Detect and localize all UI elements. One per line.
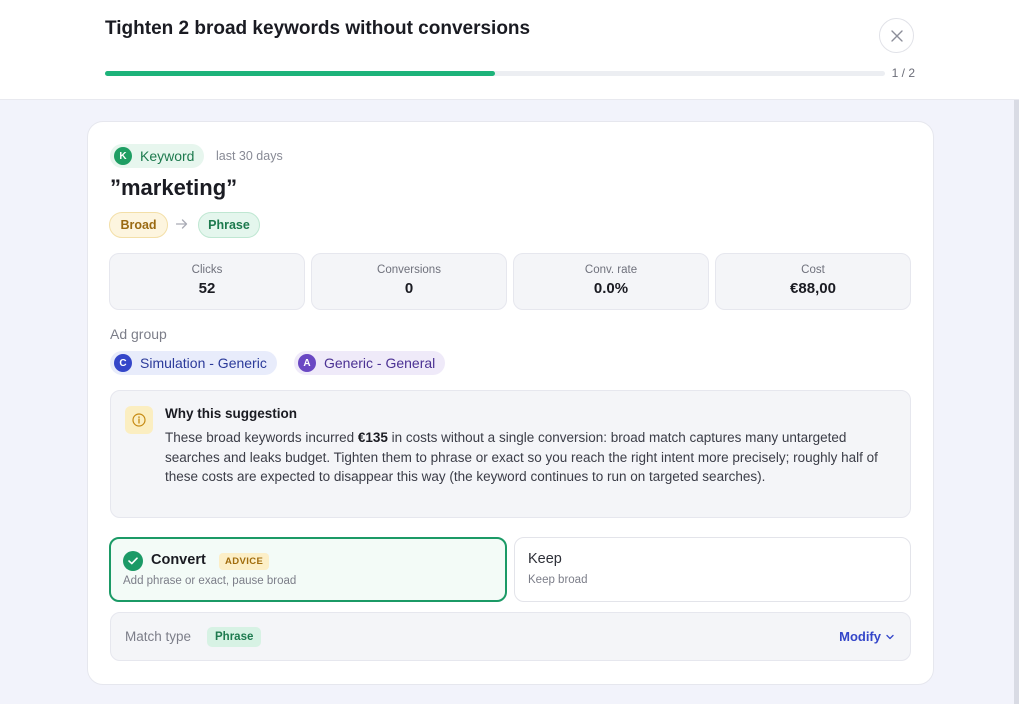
why-text-amount: €135	[357, 430, 388, 445]
dialog-title: Tighten 2 broad keywords without convers…	[105, 18, 531, 39]
keyword-type-badge: K Keyword	[110, 144, 205, 168]
progress-bar	[105, 71, 885, 76]
info-icon	[125, 406, 153, 434]
ad-group-name: Simulation - Generic	[140, 355, 267, 371]
option-title: Keep	[528, 551, 562, 567]
why-suggestion-box: Why this suggestion These broad keywords…	[110, 390, 911, 518]
match-type-label: Match type	[125, 629, 192, 644]
close-button[interactable]	[879, 18, 914, 53]
keyword-initial-icon: K	[114, 147, 132, 165]
match-from-badge: Broad	[109, 212, 168, 238]
check-icon	[123, 551, 143, 571]
stat-conversions: Conversions 0	[311, 253, 507, 310]
ad-group-label: Ad group	[110, 326, 167, 342]
why-text: These broad keywords incurred €135 in co…	[165, 428, 885, 487]
stat-label: Conv. rate	[584, 264, 638, 276]
stat-conv-rate: Conv. rate 0.0%	[513, 253, 709, 310]
progress-counter: 1 / 2	[891, 66, 915, 80]
stat-clicks: Clicks 52	[109, 253, 305, 310]
why-title: Why this suggestion	[165, 406, 298, 421]
stat-value: 52	[198, 280, 216, 297]
option-subtitle: Keep broad	[528, 574, 588, 586]
keyword-type-label: Keyword	[140, 148, 195, 164]
ad-group-chip[interactable]: C Simulation - Generic	[110, 351, 277, 375]
close-icon	[890, 29, 903, 42]
period-label: last 30 days	[216, 149, 283, 163]
modify-button[interactable]: Modify	[839, 629, 894, 644]
ad-group-chip[interactable]: A Generic - General	[294, 351, 446, 375]
match-type-badge: Phrase	[207, 627, 262, 647]
option-title: Convert	[151, 552, 206, 568]
chevron-down-icon	[886, 634, 894, 639]
stat-label: Conversions	[377, 264, 441, 276]
option-subtitle: Add phrase or exact, pause broad	[123, 575, 297, 587]
ad-group-name: Generic - General	[324, 355, 436, 371]
progress-fill	[105, 71, 495, 76]
ad-group-initial-icon: C	[114, 354, 132, 372]
stat-value: 0	[404, 280, 414, 297]
stat-cost: Cost €88,00	[715, 253, 911, 310]
stat-value: €88,00	[790, 280, 836, 297]
arrow-right-icon	[175, 217, 188, 232]
scrollbar[interactable]	[1014, 100, 1019, 704]
modify-label: Modify	[839, 629, 881, 644]
dialog-header: Tighten 2 broad keywords without convers…	[0, 0, 1019, 100]
option-convert[interactable]: Convert ADVICE Add phrase or exact, paus…	[109, 537, 507, 602]
stat-label: Cost	[801, 264, 825, 276]
match-to-badge: Phrase	[198, 212, 260, 238]
stat-value: 0.0%	[593, 280, 629, 297]
option-keep[interactable]: Keep Keep broad	[514, 537, 911, 602]
ad-group-initial-icon: A	[298, 354, 316, 372]
match-type-row: Match type Phrase Modify	[110, 612, 911, 661]
advice-badge: ADVICE	[219, 553, 270, 570]
stat-label: Clicks	[191, 264, 223, 276]
why-text-part: These broad keywords incurred	[165, 430, 358, 445]
keyword-title: ”marketing”	[110, 175, 238, 200]
